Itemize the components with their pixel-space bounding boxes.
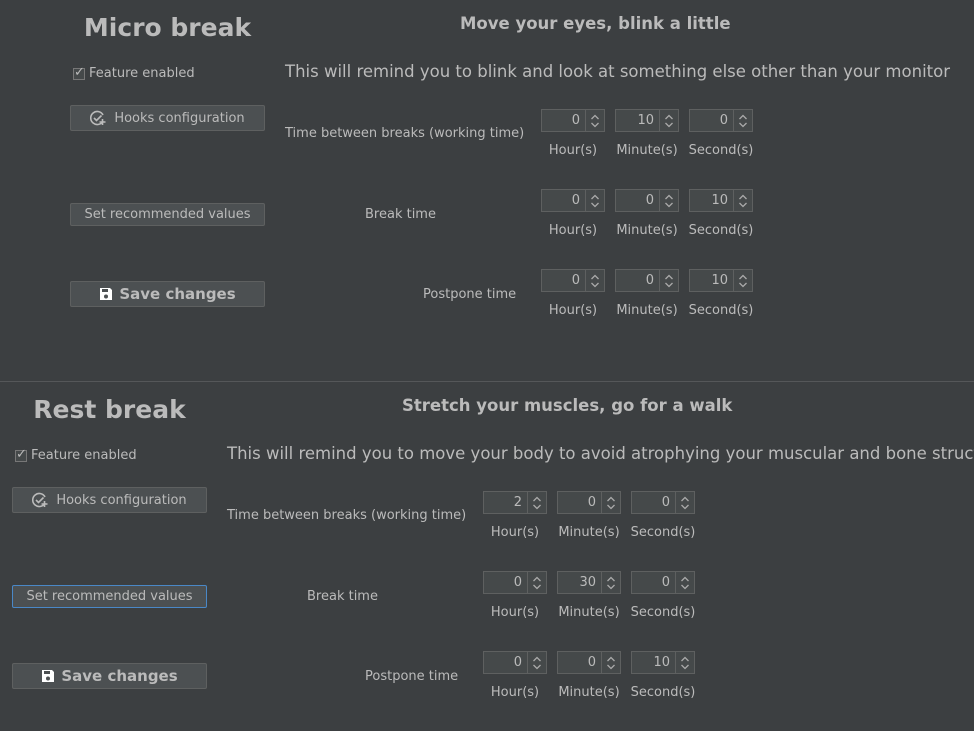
time-between-seconds-spinner[interactable]: 0 <box>689 109 753 132</box>
feature-enabled-label: Feature enabled <box>31 448 137 463</box>
minutes-unit-label: Minute(s) <box>616 223 678 238</box>
time-between-seconds-spinner[interactable]: 0 <box>631 491 695 514</box>
set-recommended-values-button[interactable]: Set recommended values <box>70 203 265 226</box>
hooks-button-label: Hooks configuration <box>114 110 245 126</box>
hooks-configuration-button[interactable]: Hooks configuration <box>12 487 207 513</box>
time-between-label: Time between breaks (working time) <box>285 126 525 141</box>
hours-unit-label: Hour(s) <box>548 223 598 238</box>
up-down-arrows-icon[interactable] <box>601 652 620 673</box>
break-time-hours-spinner[interactable]: 0 <box>541 189 605 212</box>
postpone-time-label: Postpone time <box>423 287 517 302</box>
postpone-seconds-spinner[interactable]: 10 <box>631 651 695 674</box>
break-time-hours-spinner[interactable]: 0 <box>483 571 547 594</box>
up-down-arrows-icon[interactable] <box>527 492 546 513</box>
section-subtitle: Move your eyes, blink a little <box>460 14 731 33</box>
section-description: This will remind you to blink and look a… <box>285 62 950 81</box>
up-down-arrows-icon[interactable] <box>601 572 620 593</box>
break-time-seconds-spinner[interactable]: 10 <box>689 189 753 212</box>
save-changes-button[interactable]: Save changes <box>12 663 207 689</box>
seconds-unit-label: Second(s) <box>688 303 754 318</box>
up-down-arrows-icon[interactable] <box>585 190 604 211</box>
save-button-label: Save changes <box>61 667 178 685</box>
set-recommended-values-button[interactable]: Set recommended values <box>12 585 207 608</box>
checkbox-box[interactable] <box>73 65 85 80</box>
checkbox-box[interactable] <box>15 447 27 462</box>
hours-unit-label: Hour(s) <box>490 605 540 620</box>
time-between-hours-spinner[interactable]: 2 <box>483 491 547 514</box>
up-down-arrows-icon[interactable] <box>675 572 694 593</box>
break-time-label: Break time <box>307 589 378 604</box>
floppy-disk-icon <box>41 669 55 683</box>
hours-unit-label: Hour(s) <box>548 143 598 158</box>
up-down-arrows-icon[interactable] <box>733 270 752 291</box>
time-between-minutes-spinner[interactable]: 10 <box>615 109 679 132</box>
section-description: This will remind you to move your body t… <box>227 444 974 463</box>
break-time-minutes-spinner[interactable]: 30 <box>557 571 621 594</box>
up-down-arrows-icon[interactable] <box>659 270 678 291</box>
micro-break-section: Micro break Move your eyes, blink a litt… <box>0 0 974 381</box>
break-time-minutes-spinner[interactable]: 0 <box>615 189 679 212</box>
up-down-arrows-icon[interactable] <box>585 110 604 131</box>
time-between-hours-spinner[interactable]: 0 <box>541 109 605 132</box>
up-down-arrows-icon[interactable] <box>601 492 620 513</box>
feature-enabled-checkbox[interactable]: Feature enabled <box>73 65 195 81</box>
up-down-arrows-icon[interactable] <box>675 652 694 673</box>
postpone-hours-spinner[interactable]: 0 <box>541 269 605 292</box>
check-clock-icon <box>32 492 50 508</box>
feature-enabled-checkbox[interactable]: Feature enabled <box>15 447 137 463</box>
up-down-arrows-icon[interactable] <box>659 190 678 211</box>
minutes-unit-label: Minute(s) <box>616 143 678 158</box>
up-down-arrows-icon[interactable] <box>585 270 604 291</box>
section-title: Micro break <box>83 13 252 42</box>
up-down-arrows-icon[interactable] <box>527 572 546 593</box>
postpone-hours-spinner[interactable]: 0 <box>483 651 547 674</box>
seconds-unit-label: Second(s) <box>630 525 696 540</box>
break-time-seconds-spinner[interactable]: 0 <box>631 571 695 594</box>
seconds-unit-label: Second(s) <box>630 605 696 620</box>
break-time-label: Break time <box>365 207 436 222</box>
hours-unit-label: Hour(s) <box>490 525 540 540</box>
postpone-seconds-spinner[interactable]: 10 <box>689 269 753 292</box>
minutes-unit-label: Minute(s) <box>558 685 620 700</box>
section-title: Rest break <box>33 395 186 424</box>
postpone-minutes-spinner[interactable]: 0 <box>615 269 679 292</box>
section-subtitle: Stretch your muscles, go for a walk <box>402 396 733 415</box>
up-down-arrows-icon[interactable] <box>733 110 752 131</box>
postpone-time-label: Postpone time <box>365 669 459 684</box>
seconds-unit-label: Second(s) <box>688 223 754 238</box>
floppy-disk-icon <box>99 287 113 301</box>
time-between-label: Time between breaks (working time) <box>227 508 467 523</box>
hooks-configuration-button[interactable]: Hooks configuration <box>70 105 265 131</box>
feature-enabled-label: Feature enabled <box>89 66 195 81</box>
seconds-unit-label: Second(s) <box>630 685 696 700</box>
hours-unit-label: Hour(s) <box>548 303 598 318</box>
up-down-arrows-icon[interactable] <box>733 190 752 211</box>
up-down-arrows-icon[interactable] <box>527 652 546 673</box>
hooks-button-label: Hooks configuration <box>56 492 187 508</box>
save-button-label: Save changes <box>119 285 236 303</box>
postpone-minutes-spinner[interactable]: 0 <box>557 651 621 674</box>
check-clock-icon <box>90 110 108 126</box>
rest-break-section: Rest break Stretch your muscles, go for … <box>0 382 974 731</box>
minutes-unit-label: Minute(s) <box>558 605 620 620</box>
minutes-unit-label: Minute(s) <box>558 525 620 540</box>
seconds-unit-label: Second(s) <box>688 143 754 158</box>
minutes-unit-label: Minute(s) <box>616 303 678 318</box>
up-down-arrows-icon[interactable] <box>659 110 678 131</box>
time-between-minutes-spinner[interactable]: 0 <box>557 491 621 514</box>
save-changes-button[interactable]: Save changes <box>70 281 265 307</box>
up-down-arrows-icon[interactable] <box>675 492 694 513</box>
hours-unit-label: Hour(s) <box>490 685 540 700</box>
